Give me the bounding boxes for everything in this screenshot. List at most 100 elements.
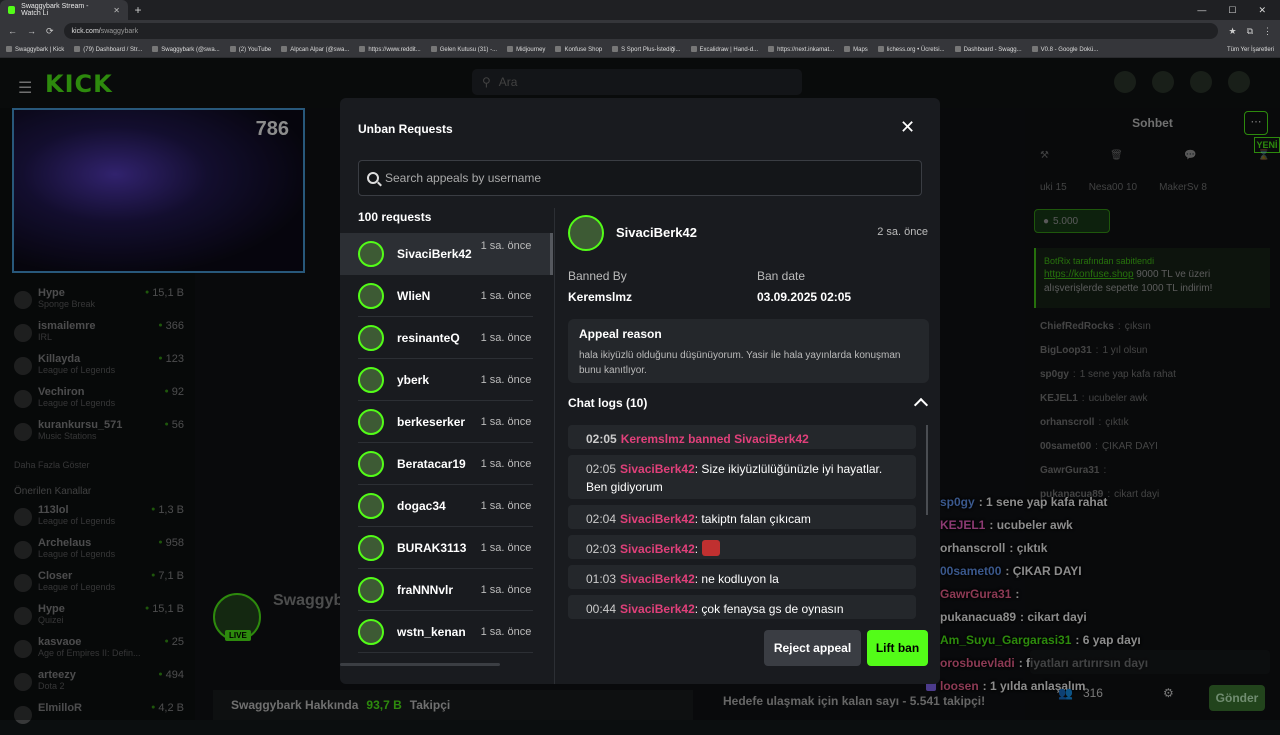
request-avatar [358, 577, 384, 603]
chat-log-entry: 02:04 SivaciBerk42: takiptn falan çıkıcam [568, 505, 916, 529]
bookmark-item[interactable]: https://next.inkamat... [768, 46, 834, 53]
request-username: WlieN [397, 289, 431, 303]
request-item[interactable]: BURAK3113 1 sa. önce [340, 527, 552, 569]
address-bar[interactable]: kick.com/swaggybark [63, 23, 1219, 39]
log-text: : [694, 542, 699, 556]
detail-username[interactable]: SivaciBerk42 [616, 225, 697, 240]
request-item[interactable]: fraNNNvlr 1 sa. önce [340, 569, 552, 611]
request-username: BURAK3113 [397, 541, 467, 555]
ban-date-value: 03.09.2025 02:05 [757, 290, 852, 304]
bookmark-item[interactable]: Excalidraw | Hand-d... [691, 46, 759, 53]
requests-count: 100 requests [358, 210, 432, 224]
log-username[interactable]: SivaciBerk42 [620, 572, 695, 586]
bookmark-item[interactable]: V0.8 - Google Dokü... [1032, 46, 1099, 53]
window-controls: — ☐ ✕ [1197, 5, 1280, 16]
list-scrollbar[interactable] [550, 233, 553, 275]
bookmark-item[interactable]: (2) YouTube [230, 46, 271, 53]
bookmark-item[interactable]: Swaggybark (@swa... [152, 46, 219, 53]
minimize-icon[interactable]: — [1197, 5, 1206, 16]
request-username: dogac34 [397, 499, 446, 513]
close-window-icon[interactable]: ✕ [1258, 5, 1266, 16]
request-avatar [358, 493, 384, 519]
log-text: : çok fenaysa gs de oynasın [694, 602, 844, 616]
request-time: 1 sa. önce [480, 458, 532, 470]
request-time: 1 sa. önce [480, 584, 532, 596]
request-item[interactable]: wstn_kenan 1 sa. önce [340, 611, 552, 653]
bookmark-item[interactable]: Swaggybark | Kick [6, 46, 64, 53]
requests-list: SivaciBerk42 1 sa. önce WlieN 1 sa. önce res… [340, 233, 554, 663]
list-horizontal-scrollbar[interactable] [340, 663, 500, 666]
url-path: swaggybark [100, 27, 139, 35]
log-time: 02:05 [586, 432, 617, 446]
log-time: 02:03 [586, 542, 617, 556]
banned-by-value: Keremslmz [568, 290, 633, 304]
modal-title: Unban Requests [358, 122, 453, 136]
request-time: 1 sa. önce [480, 500, 532, 512]
chat-logs-title: Chat logs (10) [568, 396, 648, 410]
request-item[interactable]: resinanteQ 1 sa. önce [340, 317, 552, 359]
forward-icon[interactable]: → [27, 26, 36, 36]
log-username[interactable]: SivaciBerk42 [620, 462, 695, 476]
log-text: : ne kodluyon la [694, 572, 779, 586]
bookmark-item[interactable]: https://www.reddit... [359, 46, 420, 53]
back-icon[interactable]: ← [8, 26, 17, 36]
appeals-search-input[interactable]: Search appeals by username [358, 160, 922, 196]
request-time: 1 sa. önce [480, 626, 532, 638]
chevron-up-icon[interactable] [913, 397, 929, 413]
log-username[interactable]: SivaciBerk42 [620, 542, 695, 556]
logs-scrollbar[interactable] [926, 425, 928, 515]
reload-icon[interactable]: ⟳ [46, 26, 54, 37]
request-time: 1 sa. önce [480, 290, 532, 302]
bookmark-item[interactable]: Konfuse Shop [555, 46, 602, 53]
bookmark-item[interactable]: S Sport Plus-İstediği... [612, 46, 680, 53]
request-avatar [358, 619, 384, 645]
search-icon [367, 172, 379, 184]
request-item[interactable]: SivaciBerk42 1 sa. önce [340, 233, 552, 275]
bookmarks-bar: Swaggybark | Kick (79) Dashboard / Str...… [0, 42, 1280, 58]
request-item[interactable]: Beratacar19 1 sa. önce [340, 443, 552, 485]
lift-ban-button[interactable]: Lift ban [867, 630, 928, 666]
bookmark-item[interactable]: (79) Dashboard / Str... [74, 46, 142, 53]
bookmark-item[interactable]: Maps [844, 46, 868, 53]
request-avatar [358, 283, 384, 309]
bookmark-item[interactable]: Midjourney [507, 46, 545, 53]
request-username: Beratacar19 [397, 457, 466, 471]
bookmark-item[interactable]: lichess.org • Ücretsi... [878, 46, 945, 53]
browser-menu-icon[interactable]: ⋮ [1263, 26, 1272, 37]
browser-tab[interactable]: Swaggybark Stream - Watch Li ✕ [0, 0, 128, 20]
log-username[interactable]: SivaciBerk42 [620, 512, 695, 526]
maximize-icon[interactable]: ☐ [1228, 5, 1236, 16]
request-detail: SivaciBerk42 2 sa. önce Banned By Kerems… [568, 213, 929, 673]
appeal-reason-box: Appeal reason hala ikiyüzlü olduğunu düş… [568, 319, 929, 383]
all-bookmarks-link[interactable]: Tüm Yer İşaretleri [1227, 47, 1274, 53]
chat-log-entry: 02:05 SivaciBerk42: Size ikiyüzlülüğünüzl… [568, 455, 916, 499]
bookmark-item[interactable]: Alpcan Alpar (@swa... [281, 46, 349, 53]
extensions-icon[interactable]: ⧉ [1247, 26, 1253, 37]
request-item[interactable]: dogac34 1 sa. önce [340, 485, 552, 527]
request-username: yberk [397, 373, 430, 387]
bookmark-item[interactable]: Dashboard - Swagg... [955, 46, 1022, 53]
log-username[interactable]: SivaciBerk42 [620, 602, 695, 616]
request-time: 1 sa. önce [480, 542, 532, 554]
request-avatar [358, 367, 384, 393]
bookmark-star-icon[interactable]: ★ [1228, 26, 1236, 37]
request-avatar [358, 325, 384, 351]
chat-log-entry: 01:03 SivaciBerk42: ne kodluyon la [568, 565, 916, 589]
request-item[interactable]: WlieN 1 sa. önce [340, 275, 552, 317]
request-item[interactable]: berkeserker 1 sa. önce [340, 401, 552, 443]
bookmark-item[interactable]: Gelen Kutusu (31) -... [431, 46, 497, 53]
reject-appeal-button[interactable]: Reject appeal [764, 630, 861, 666]
new-tab-button[interactable]: + [128, 3, 148, 17]
tab-title: Swaggybark Stream - Watch Li [21, 3, 89, 17]
detail-time: 2 sa. önce [877, 226, 928, 238]
divider [554, 208, 555, 684]
close-tab-icon[interactable]: ✕ [113, 6, 120, 15]
request-item[interactable]: yberk 1 sa. önce [340, 359, 552, 401]
request-time: 1 sa. önce [480, 416, 532, 428]
log-time: 01:03 [586, 572, 617, 586]
log-time: 02:05 [586, 462, 617, 476]
log-text: : takiptn falan çıkıcam [694, 512, 811, 526]
appeal-reason-text: hala ikiyüzlü olduğunu düşünüyorum. Yasi… [579, 350, 901, 376]
close-icon[interactable]: ✕ [900, 117, 915, 138]
request-avatar [358, 451, 384, 477]
